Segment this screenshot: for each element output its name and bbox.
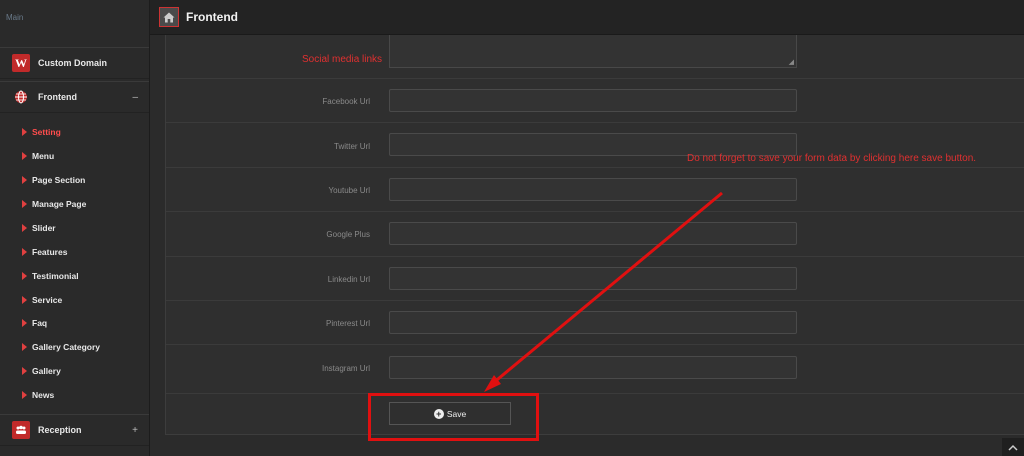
chevron-up-icon xyxy=(1008,444,1018,451)
annotation-arrow xyxy=(484,191,723,392)
scroll-to-top-button[interactable] xyxy=(1002,438,1024,456)
